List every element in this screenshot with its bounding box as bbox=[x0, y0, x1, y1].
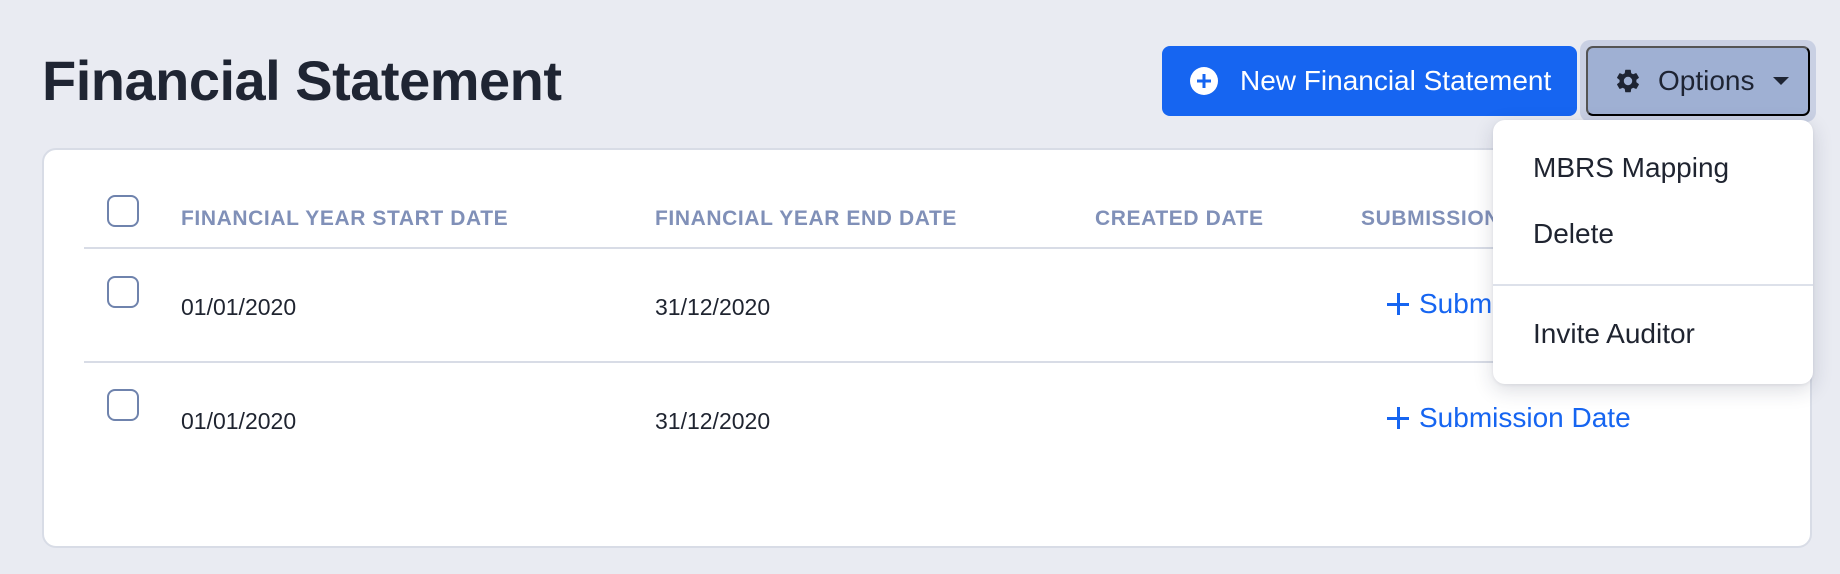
menu-divider bbox=[1493, 284, 1813, 286]
plus-circle-icon bbox=[1190, 67, 1218, 95]
options-dropdown-menu: MBRS Mapping Delete Invite Auditor bbox=[1493, 120, 1813, 384]
row-start-date: 01/01/2020 bbox=[181, 408, 297, 434]
add-submission-date-label: Submission Date bbox=[1419, 402, 1631, 433]
new-financial-statement-button[interactable]: New Financial Statement bbox=[1162, 46, 1577, 116]
row-start-date: 01/01/2020 bbox=[181, 294, 297, 320]
row-checkbox[interactable] bbox=[107, 276, 139, 308]
gear-icon bbox=[1617, 69, 1639, 93]
column-header-start-date[interactable]: FINANCIAL YEAR START DATE bbox=[181, 207, 508, 231]
row-end-date: 31/12/2020 bbox=[655, 408, 771, 434]
menu-item-mbrs-mapping[interactable]: MBRS Mapping bbox=[1533, 152, 1729, 184]
page-title: Financial Statement bbox=[42, 49, 562, 112]
add-submission-date-label: Submi bbox=[1419, 288, 1499, 319]
plus-icon bbox=[1387, 407, 1409, 429]
plus-icon bbox=[1387, 293, 1409, 315]
new-financial-statement-label: New Financial Statement bbox=[1240, 65, 1552, 96]
page: Financial Statement New Financial Statem… bbox=[0, 0, 1840, 574]
add-submission-date-link[interactable]: Submission Date bbox=[1387, 402, 1631, 434]
menu-item-invite-auditor[interactable]: Invite Auditor bbox=[1533, 318, 1695, 350]
options-label: Options bbox=[1658, 65, 1755, 96]
caret-down-icon bbox=[1772, 77, 1789, 85]
column-header-submission[interactable]: SUBMISSION bbox=[1361, 207, 1500, 231]
menu-item-delete[interactable]: Delete bbox=[1533, 218, 1614, 250]
select-all-checkbox[interactable] bbox=[107, 195, 139, 227]
add-submission-date-link[interactable]: Submi bbox=[1387, 288, 1498, 320]
row-end-date: 31/12/2020 bbox=[655, 294, 771, 320]
options-button[interactable]: Options bbox=[1586, 46, 1810, 116]
column-header-created-date[interactable]: CREATED DATE bbox=[1095, 207, 1264, 231]
column-header-end-date[interactable]: FINANCIAL YEAR END DATE bbox=[655, 207, 957, 231]
row-checkbox[interactable] bbox=[107, 389, 139, 421]
